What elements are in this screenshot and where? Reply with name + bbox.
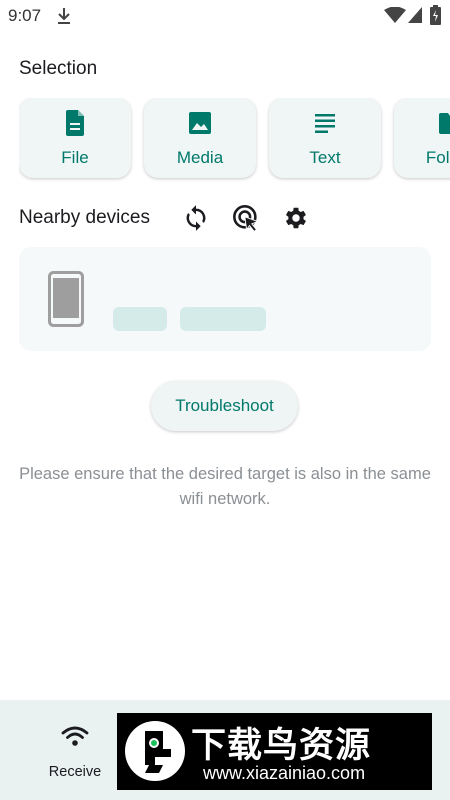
wifi-hint-text: Please ensure that the desired target is… (19, 465, 431, 508)
device-placeholder-card (19, 247, 431, 351)
wifi-icon (61, 726, 89, 746)
nearby-devices-title: Nearby devices (19, 207, 150, 228)
watermark-url: www.xiazainiao.com (203, 763, 366, 783)
nav-receive-label: Receive (48, 764, 102, 780)
folder-card-label: Folder (425, 148, 450, 167)
selection-cards: File Media Text Folder (19, 98, 450, 182)
text-lines-icon (315, 114, 335, 133)
battery-icon (430, 5, 441, 25)
wifi-status-icon (384, 7, 406, 23)
watermark-title: 下载鸟资源 (191, 726, 372, 766)
troubleshoot-button[interactable]: Troubleshoot (151, 381, 298, 431)
status-bar: 9:07 (0, 0, 450, 32)
file-card-button[interactable]: File (19, 98, 131, 178)
media-card-label: Media (176, 148, 224, 167)
text-card-label: Text (309, 148, 341, 167)
gear-icon[interactable] (282, 204, 310, 232)
phone-icon (48, 271, 84, 327)
selection-title: Selection (19, 58, 98, 79)
refresh-icon[interactable] (182, 204, 210, 232)
watermark-banner: 下载鸟资源 www.xiazainiao.com (117, 713, 432, 790)
text-card-button[interactable]: Text (269, 98, 381, 178)
device-info-placeholder (180, 307, 266, 331)
device-name-placeholder (113, 307, 167, 331)
file-icon (66, 110, 84, 136)
download-icon (58, 8, 70, 24)
signal-icon (408, 7, 422, 23)
bird-logo-icon (125, 721, 185, 781)
file-card-label: File (61, 148, 89, 167)
image-icon (189, 112, 211, 134)
status-time: 9:07 (8, 6, 42, 25)
folder-card-button[interactable]: Folder (394, 98, 450, 178)
folder-icon (439, 113, 450, 134)
nav-receive-tab[interactable]: Receive (30, 700, 120, 800)
scan-target-icon[interactable] (232, 204, 260, 232)
media-card-button[interactable]: Media (144, 98, 256, 178)
